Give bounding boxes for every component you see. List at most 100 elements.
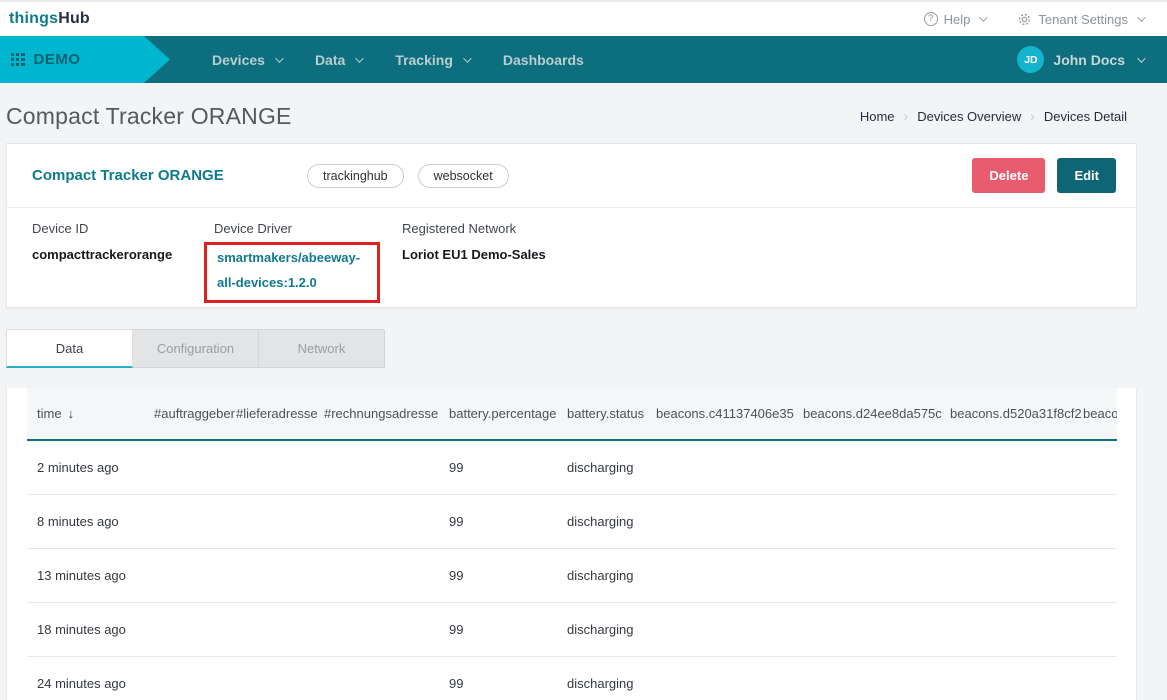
tenant-switcher[interactable]: DEMO: [0, 36, 170, 83]
column-header[interactable]: beacons.d24ee8da575c: [793, 388, 940, 440]
tenant-settings-menu[interactable]: Tenant Settings: [1017, 12, 1143, 27]
edit-button[interactable]: Edit: [1057, 158, 1116, 193]
tag-trackinghub[interactable]: trackinghub: [307, 164, 404, 188]
table-cell: [940, 603, 1073, 657]
nav-menu: Devices Data Tracking Dashboards: [212, 36, 584, 83]
table-cell: [144, 440, 226, 495]
column-header[interactable]: #rechnungsadresse: [314, 388, 439, 440]
breadcrumb: Home › Devices Overview › Devices Detail: [860, 108, 1127, 124]
breadcrumb-devices-detail: Devices Detail: [1044, 109, 1127, 124]
chevron-down-icon: [275, 54, 283, 62]
column-header[interactable]: beacons.c41137406e35: [646, 388, 793, 440]
nav-item-label: Devices: [212, 52, 265, 68]
column-header[interactable]: battery.status: [557, 388, 646, 440]
table-cell: 8 minutes ago: [27, 495, 144, 549]
table-cell: [793, 657, 940, 700]
red-annotation-box: smartmakers/abeeway-all-devices:1.2.0: [204, 242, 380, 303]
device-name: Compact Tracker ORANGE: [32, 167, 294, 184]
table-cell: [646, 549, 793, 603]
table-cell: [1073, 603, 1117, 657]
nav-item-tracking[interactable]: Tracking: [395, 52, 469, 68]
tab-data[interactable]: Data: [6, 329, 133, 368]
table-cell: [940, 549, 1073, 603]
column-header[interactable]: time↓: [27, 388, 144, 440]
table-cell: [646, 603, 793, 657]
table-cell: [144, 495, 226, 549]
device-card-header: Compact Tracker ORANGE trackinghub webso…: [7, 144, 1136, 207]
table-cell: discharging: [557, 440, 646, 495]
chevron-down-icon: [1137, 13, 1145, 21]
chevron-down-icon: [980, 13, 988, 21]
table-cell: discharging: [557, 549, 646, 603]
table-cell: 99: [439, 440, 557, 495]
nav-item-data[interactable]: Data: [315, 52, 361, 68]
logo-part-hub: Hub: [58, 10, 90, 27]
breadcrumb-separator: ›: [904, 108, 909, 124]
column-header[interactable]: battery.percentage: [439, 388, 557, 440]
topbar-right: ? Help Tenant Settings: [924, 12, 1143, 27]
grid-icon: [11, 53, 25, 67]
device-driver-link[interactable]: smartmakers/abeeway-all-devices:1.2.0: [217, 245, 367, 295]
table-cell: [1073, 549, 1117, 603]
table-row[interactable]: 18 minutes ago99discharging: [27, 603, 1117, 657]
table-cell: 13 minutes ago: [27, 549, 144, 603]
app-logo[interactable]: thingsHub: [9, 10, 90, 28]
table-cell: [940, 495, 1073, 549]
table-cell: 18 minutes ago: [27, 603, 144, 657]
table-cell: [226, 440, 314, 495]
nav-item-label: Tracking: [395, 52, 453, 68]
breadcrumb-home[interactable]: Home: [860, 109, 895, 124]
table-cell: [793, 549, 940, 603]
page-header: Compact Tracker ORANGE Home › Devices Ov…: [6, 83, 1137, 143]
nav-item-dashboards[interactable]: Dashboards: [503, 52, 584, 68]
device-id-value: compacttrackerorange: [32, 242, 214, 267]
table-cell: [1073, 440, 1117, 495]
tab-content: time↓#auftraggeber#lieferadresse#rechnun…: [6, 388, 1137, 700]
chevron-down-icon: [1137, 54, 1145, 62]
detail-tabs: Data Configuration Network: [6, 329, 1137, 368]
column-header[interactable]: #lieferadresse: [226, 388, 314, 440]
tab-network[interactable]: Network: [258, 329, 385, 368]
data-table-wrapper: time↓#auftraggeber#lieferadresse#rechnun…: [27, 388, 1117, 700]
tag-websocket[interactable]: websocket: [418, 164, 509, 188]
nav-item-label: Data: [315, 52, 345, 68]
table-cell: [793, 495, 940, 549]
table-cell: [144, 549, 226, 603]
table-cell: discharging: [557, 603, 646, 657]
data-table: time↓#auftraggeber#lieferadresse#rechnun…: [27, 388, 1117, 700]
chevron-down-icon: [355, 54, 363, 62]
nav-item-devices[interactable]: Devices: [212, 52, 281, 68]
field-device-driver: Device Driver smartmakers/abeeway-all-de…: [214, 221, 402, 303]
column-header[interactable]: #auftraggeber: [144, 388, 226, 440]
tab-configuration[interactable]: Configuration: [132, 329, 259, 368]
field-label: Device Driver: [214, 221, 402, 236]
device-card: Compact Tracker ORANGE trackinghub webso…: [6, 143, 1137, 308]
table-row[interactable]: 24 minutes ago99discharging: [27, 657, 1117, 700]
delete-button[interactable]: Delete: [972, 158, 1045, 193]
field-device-id: Device ID compacttrackerorange: [32, 221, 214, 303]
table-cell: [314, 440, 439, 495]
user-menu[interactable]: JD John Docs: [1017, 36, 1167, 83]
table-cell: [1073, 495, 1117, 549]
table-cell: 99: [439, 549, 557, 603]
sort-desc-icon: ↓: [68, 406, 75, 421]
table-row[interactable]: 13 minutes ago 99discharging: [27, 549, 1117, 603]
table-cell: [314, 603, 439, 657]
table-row[interactable]: 2 minutes ago99discharging: [27, 440, 1117, 495]
help-menu[interactable]: ? Help: [924, 12, 986, 27]
topbar: thingsHub ? Help Tenant Settings: [0, 0, 1167, 36]
table-cell: [940, 657, 1073, 700]
device-tags: trackinghub websocket: [307, 164, 509, 188]
table-cell: [144, 657, 226, 700]
table-cell: discharging: [557, 657, 646, 700]
tenant-settings-label: Tenant Settings: [1038, 12, 1128, 27]
breadcrumb-devices-overview[interactable]: Devices Overview: [917, 109, 1021, 124]
help-icon: ?: [924, 12, 938, 26]
table-cell: [144, 603, 226, 657]
field-label: Device ID: [32, 221, 214, 236]
table-cell: [940, 440, 1073, 495]
main-navbar: DEMO Devices Data Tracking Dashboards JD…: [0, 36, 1167, 83]
table-row[interactable]: 8 minutes ago99discharging: [27, 495, 1117, 549]
table-cell: [226, 603, 314, 657]
column-header[interactable]: beacons.d520a31f8cf2: [940, 388, 1073, 440]
